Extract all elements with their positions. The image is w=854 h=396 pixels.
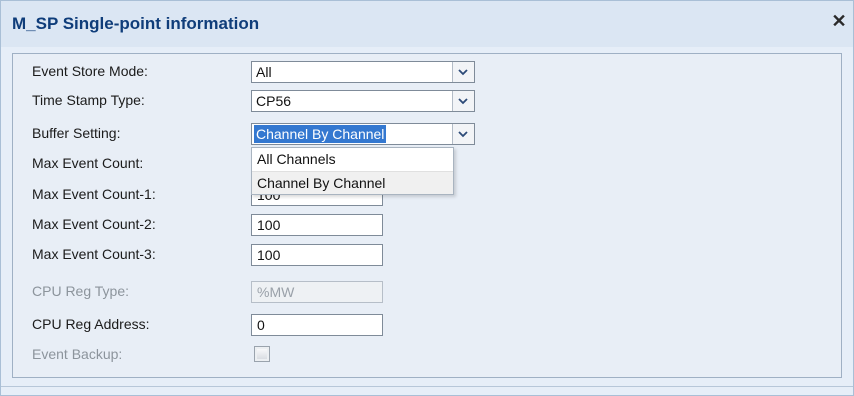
chevron-down-icon	[458, 98, 468, 105]
cpu-reg-type-input: %MW	[251, 281, 383, 303]
max-event-count-label: Max Event Count:	[32, 155, 144, 171]
buffer-setting-label: Buffer Setting:	[32, 125, 121, 141]
cpu-reg-type-label: CPU Reg Type:	[32, 283, 130, 299]
max-event-count-2-label: Max Event Count-2:	[32, 216, 156, 232]
event-store-mode-dropdown-button[interactable]	[452, 62, 474, 82]
chevron-down-icon	[458, 69, 468, 76]
dropdown-option-channel-by-channel[interactable]: Channel By Channel	[252, 171, 453, 194]
dialog-titlebar: M_SP Single-point information ✕	[1, 1, 853, 47]
dialog-title: M_SP Single-point information	[12, 14, 260, 33]
close-icon[interactable]: ✕	[829, 10, 849, 32]
cpu-reg-address-input[interactable]: 0	[251, 314, 383, 336]
time-stamp-type-label: Time Stamp Type:	[32, 92, 145, 108]
event-store-mode-label: Event Store Mode:	[32, 63, 148, 79]
buffer-setting-dropdown-list: All Channels Channel By Channel	[251, 147, 454, 195]
time-stamp-type-select[interactable]: CP56	[251, 90, 475, 112]
max-event-count-2-input[interactable]: 100	[251, 214, 383, 236]
max-event-count-1-label: Max Event Count-1:	[32, 186, 156, 202]
single-point-dialog: M_SP Single-point information ✕ Event St…	[0, 0, 854, 396]
event-store-mode-select[interactable]: All	[251, 61, 475, 83]
event-backup-checkbox	[254, 346, 270, 362]
chevron-down-icon	[458, 131, 468, 138]
cpu-reg-address-label: CPU Reg Address:	[32, 316, 150, 332]
event-backup-label: Event Backup:	[32, 346, 123, 362]
dialog-bottom-divider	[1, 386, 853, 387]
time-stamp-type-value: CP56	[256, 93, 292, 109]
max-event-count-3-label: Max Event Count-3:	[32, 246, 156, 262]
buffer-setting-dropdown-button[interactable]	[452, 124, 474, 144]
buffer-setting-select[interactable]: Channel By Channel	[251, 123, 475, 145]
dropdown-option-all-channels[interactable]: All Channels	[252, 148, 453, 171]
event-store-mode-value: All	[256, 64, 272, 80]
buffer-setting-value: Channel By Channel	[254, 125, 387, 143]
time-stamp-type-dropdown-button[interactable]	[452, 91, 474, 111]
max-event-count-3-input[interactable]: 100	[251, 244, 383, 266]
